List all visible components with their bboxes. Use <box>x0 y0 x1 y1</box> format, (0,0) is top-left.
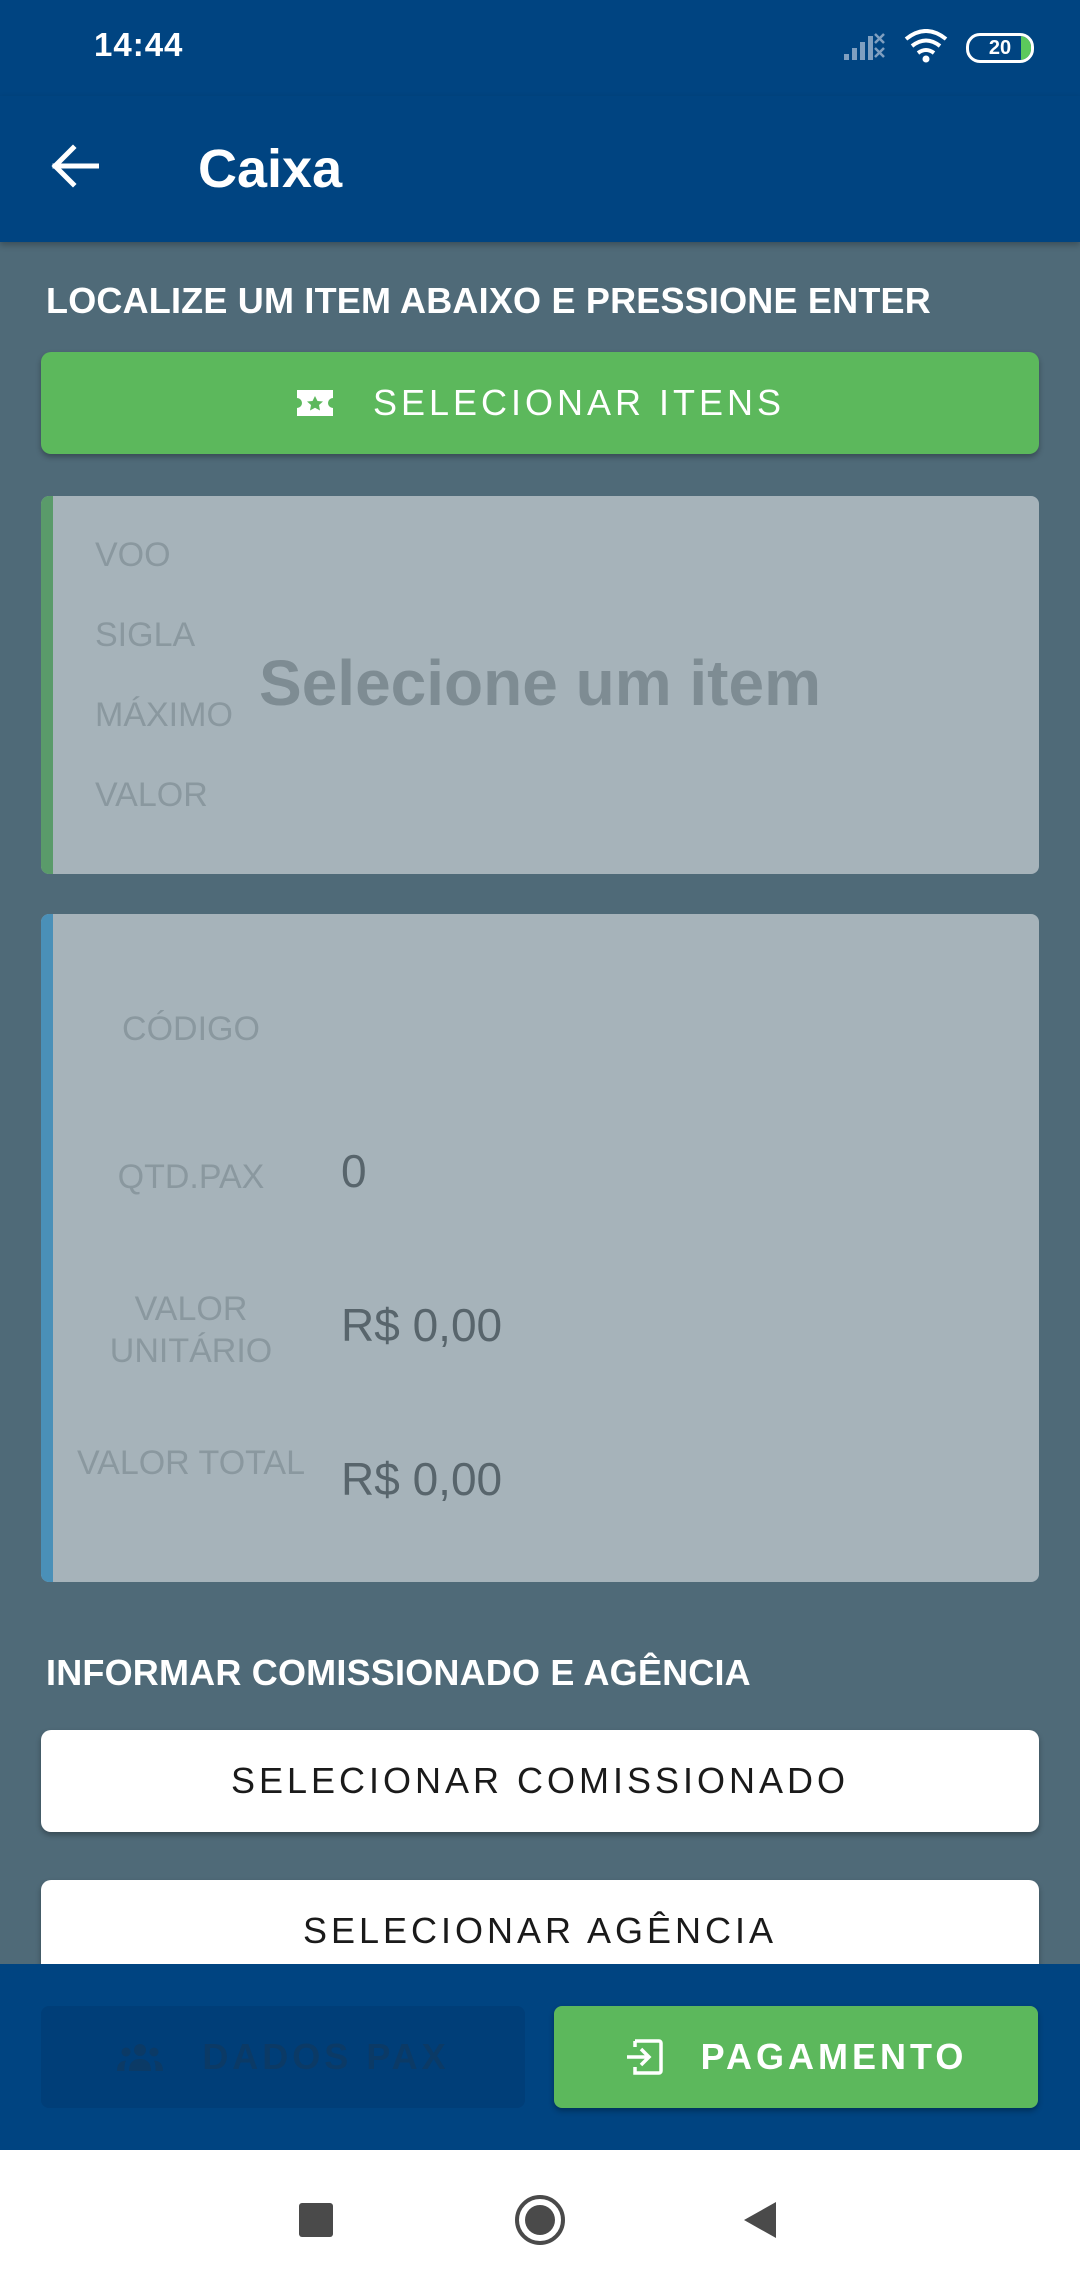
summary-card-accent <box>41 914 53 1582</box>
select-commissioned-label: SELECIONAR COMISSIONADO <box>230 1760 850 1801</box>
qtd-pax-label: QTD.PAX <box>117 1158 265 1196</box>
item-placeholder: Selecione um item <box>259 647 821 719</box>
bottom-action-bar: DADOS PAX PAGAMENTO <box>0 1964 1080 2150</box>
battery-percent: 20 <box>988 36 1012 59</box>
signal-off-icon <box>844 30 886 67</box>
payment-label: PAGAMENTO <box>700 2036 968 2077</box>
unit-value: R$ 0,00 <box>341 1299 503 1351</box>
status-time: 14:44 <box>94 26 184 63</box>
select-commissioned-button[interactable]: SELECIONAR COMISSIONADO <box>41 1730 1039 1832</box>
total-value-label: VALOR TOTAL <box>76 1444 305 1482</box>
code-label: SIGLA <box>95 616 196 654</box>
pax-data-label: DADOS PAX <box>202 2036 450 2077</box>
select-items-button[interactable]: SELECIONAR ITENS <box>41 352 1039 454</box>
back-triangle-icon[interactable] <box>720 2180 800 2260</box>
wifi-icon <box>904 28 948 68</box>
select-agency-button[interactable]: SELECIONAR AGÊNCIA <box>41 1880 1039 1964</box>
item-card: VOO SIGLA MÁXIMO VALOR Selecione um item <box>41 496 1039 874</box>
commission-section-heading: INFORMAR COMISSIONADO E AGÊNCIA <box>46 1652 751 1693</box>
select-items-label: SELECIONAR ITENS <box>372 382 786 423</box>
app-bar: Caixa <box>0 96 1080 242</box>
ticket-icon <box>295 388 335 418</box>
total-value: R$ 0,00 <box>341 1453 503 1505</box>
people-icon <box>116 2042 164 2072</box>
page-title: Caixa <box>198 139 343 199</box>
status-icons: 20 <box>844 26 1034 70</box>
battery-icon: 20 <box>966 33 1034 63</box>
payment-button[interactable]: PAGAMENTO <box>554 2006 1038 2108</box>
codigo-label: CÓDIGO <box>122 1010 260 1048</box>
select-agency-label: SELECIONAR AGÊNCIA <box>302 1910 778 1951</box>
unit-value-label: VALOR UNITÁRIO <box>109 1290 273 1370</box>
home-circle-icon[interactable] <box>500 2180 580 2260</box>
back-button[interactable] <box>42 136 106 200</box>
max-label: MÁXIMO <box>95 696 233 734</box>
value-label: VALOR <box>95 776 208 814</box>
arrow-left-icon <box>49 143 100 193</box>
summary-card: CÓDIGO QTD.PAX 0 VALOR UNITÁRIO R$ 0,00 … <box>41 914 1039 1582</box>
pax-data-button[interactable]: DADOS PAX <box>41 2006 525 2108</box>
flight-label: VOO <box>95 536 171 574</box>
battery-level <box>1021 36 1031 60</box>
status-bar: 14:44 20 <box>0 0 1080 96</box>
exit-to-app-icon <box>625 2038 663 2076</box>
item-card-accent <box>41 496 53 874</box>
qtd-pax-value: 0 <box>341 1145 367 1197</box>
main-content[interactable]: LOCALIZE UM ITEM ABAIXO E PRESSIONE ENTE… <box>0 242 1080 1964</box>
item-section-heading: LOCALIZE UM ITEM ABAIXO E PRESSIONE ENTE… <box>46 280 931 321</box>
system-nav-bar <box>0 2150 1080 2280</box>
recents-square-icon[interactable] <box>276 2180 356 2260</box>
